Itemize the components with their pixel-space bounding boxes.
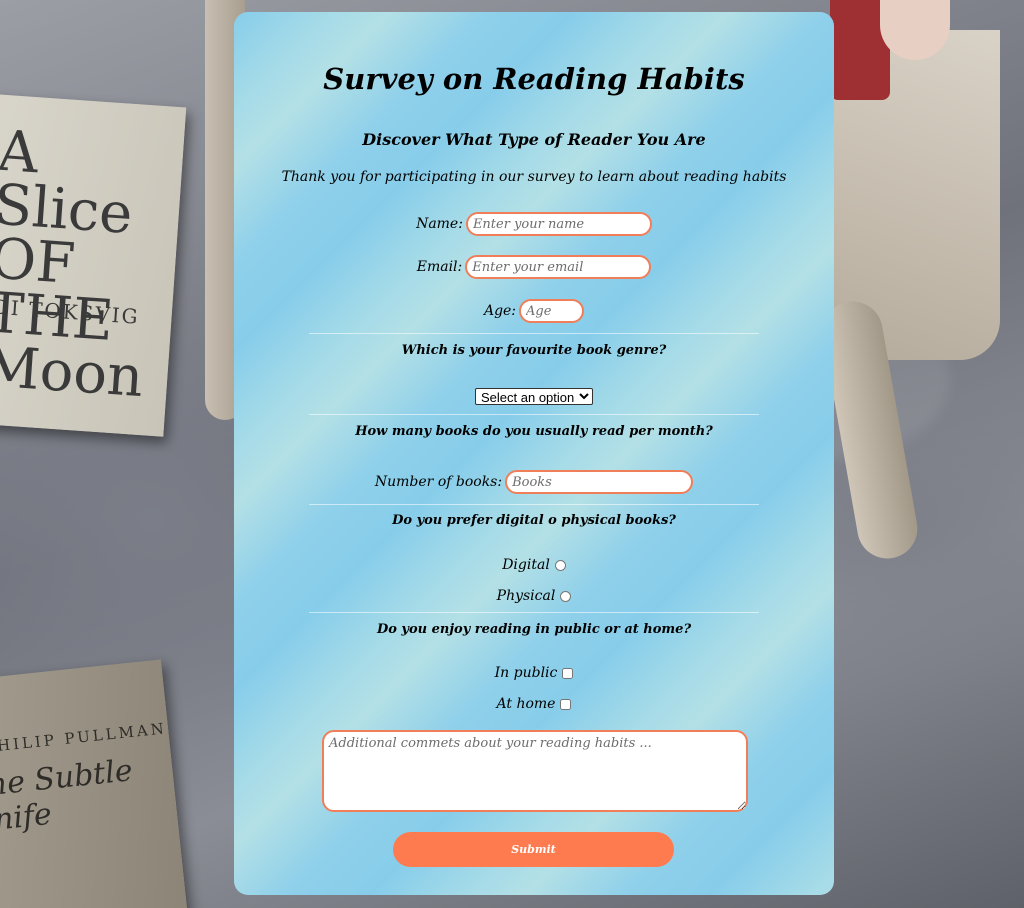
age-label: Age: (483, 303, 517, 319)
books-label: Number of books: (374, 474, 503, 490)
survey-form: Survey on Reading Habits Discover What T… (234, 12, 834, 895)
submit-button[interactable]: Submit (393, 832, 674, 867)
divider (309, 333, 759, 334)
place-question: Do you enjoy reading in public or at hom… (376, 622, 692, 637)
page-title: Survey on Reading Habits (323, 62, 745, 96)
email-label: Email: (416, 259, 463, 275)
books-question: How many books do you usually read per m… (355, 424, 713, 439)
format-question: Do you prefer digital o physical books? (392, 513, 676, 528)
digital-radio[interactable] (554, 559, 566, 571)
physical-option-row: Physical (234, 588, 834, 604)
genre-row: Select an option (234, 388, 834, 405)
divider (309, 504, 759, 505)
divider (309, 414, 759, 415)
divider (309, 612, 759, 613)
physical-label: Physical (496, 588, 556, 604)
age-row: Age: (234, 299, 834, 323)
books-input[interactable] (505, 470, 694, 494)
in-public-label: In public (494, 665, 558, 681)
name-label: Name: (416, 216, 463, 232)
comments-textarea[interactable] (322, 730, 748, 812)
digital-label: Digital (502, 557, 550, 573)
book2-title: The Subtle Knife (0, 753, 135, 841)
genre-question: Which is your favourite book genre? (401, 343, 667, 358)
background-book-slice-of-the-moon: A Slice OF THE Moon DI TOKSVIG (0, 93, 187, 437)
at-home-label: At home (496, 696, 556, 712)
in-public-checkbox[interactable] (562, 667, 574, 679)
books-row: Number of books: (234, 470, 834, 494)
genre-select[interactable]: Select an option (475, 388, 593, 405)
book1-title: A Slice OF THE Moon (0, 118, 146, 411)
age-input[interactable] (519, 299, 585, 323)
email-input[interactable] (465, 255, 652, 279)
physical-radio[interactable] (560, 590, 572, 602)
digital-option-row: Digital (234, 557, 834, 573)
name-row: Name: (234, 212, 834, 236)
name-input[interactable] (465, 212, 652, 236)
at-home-option-row: At home (234, 696, 834, 712)
background-book-subtle-knife: PHILIP PULLMAN The Subtle Knife (0, 659, 188, 908)
survey-subtitle: Discover What Type of Reader You Are (362, 130, 706, 149)
survey-description: Thank you for participating in our surve… (281, 169, 787, 185)
in-public-option-row: In public (234, 665, 834, 681)
email-row: Email: (234, 255, 834, 279)
at-home-checkbox[interactable] (560, 698, 572, 710)
